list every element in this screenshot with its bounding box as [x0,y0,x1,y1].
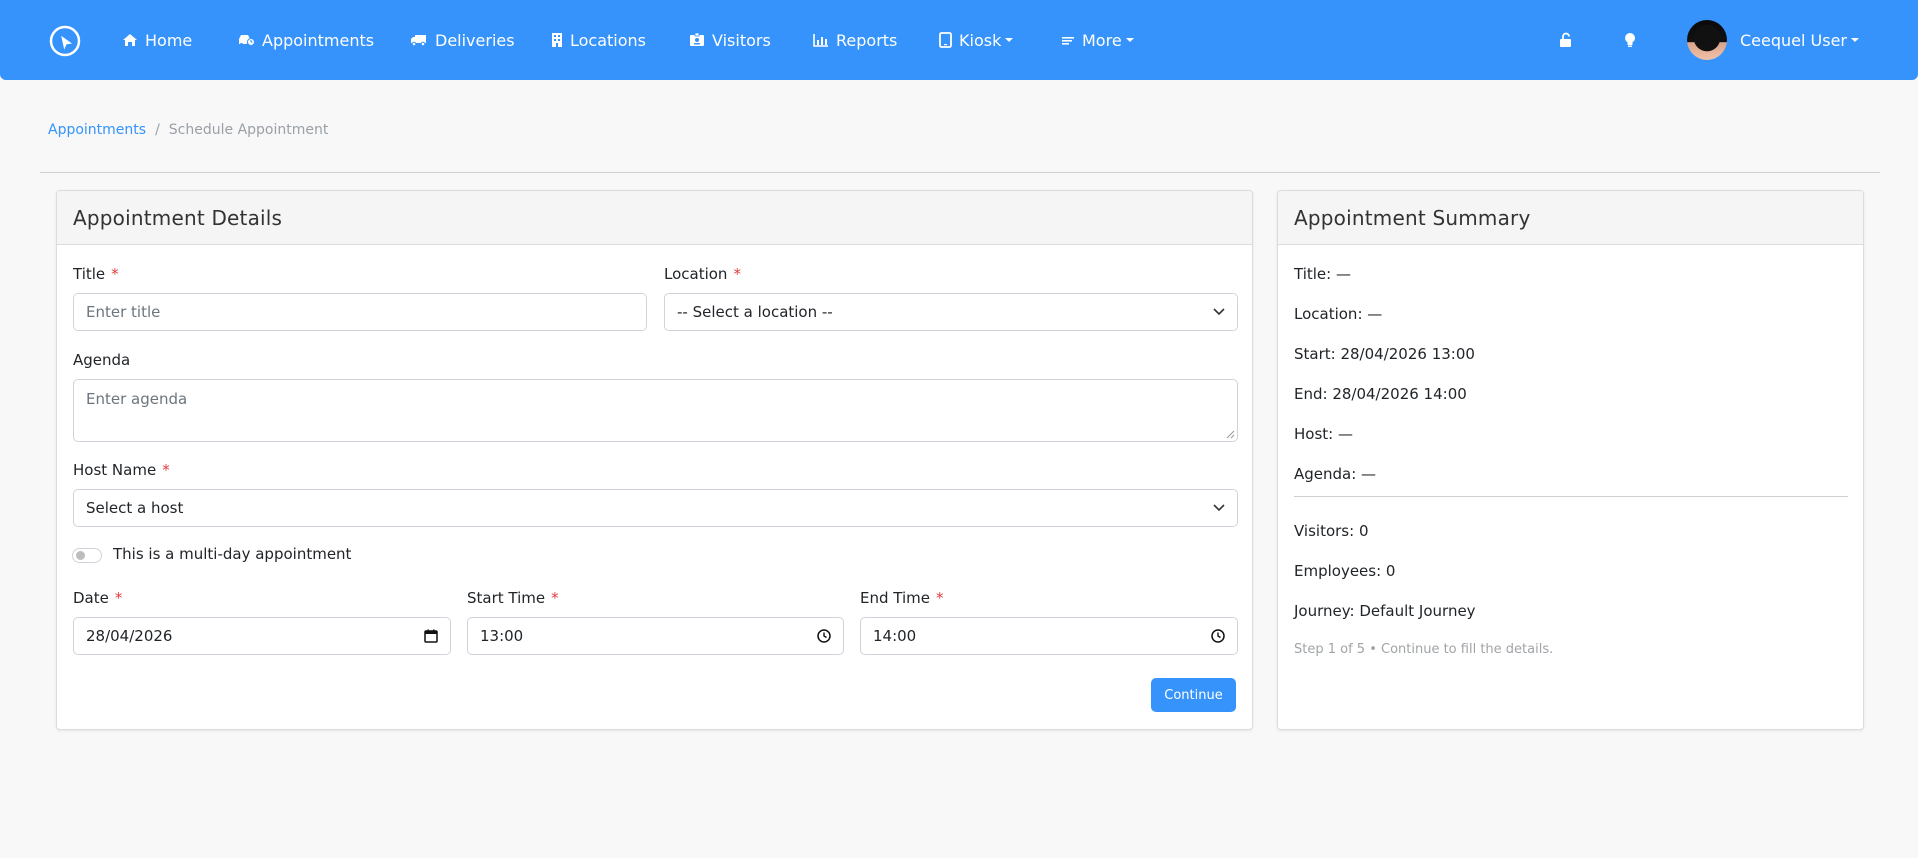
summary-host-line: Host: — [1294,425,1353,443]
location-selected-value: -- Select a location -- [677,303,833,321]
page-divider [40,172,1880,173]
start-time-value: 13:00 [480,627,524,645]
clock-icon[interactable] [817,629,831,643]
nav-deliveries[interactable]: Deliveries [410,28,515,52]
agenda-placeholder: Enter agenda [86,390,188,408]
breadcrumb-separator: / [155,122,160,138]
nav-home[interactable]: Home [122,28,192,52]
appointment-summary-card: Appointment Summary Title: — Location: —… [1277,190,1864,730]
unlock-icon[interactable] [1556,30,1576,50]
tablet-icon [939,32,952,48]
bar-chart-icon [813,34,828,47]
agenda-textarea[interactable]: Enter agenda [73,379,1238,442]
resize-grip-icon[interactable] [1226,430,1235,439]
title-input[interactable]: Enter title [73,293,647,331]
nav-locations[interactable]: Locations [551,28,646,52]
summary-step-note: Step 1 of 5 • Continue to fill the detai… [1294,642,1554,657]
summary-visitors-line: Visitors: 0 [1294,522,1369,540]
nav-more-dropdown[interactable]: More [1061,28,1134,52]
title-placeholder: Enter title [86,303,161,321]
host-label: Host Name * [73,461,170,479]
building-icon [552,33,562,47]
multiday-label: This is a multi-day appointment [113,545,352,563]
lines-icon [1062,37,1074,45]
car-clock-icon [239,35,255,46]
breadcrumb-current: Schedule Appointment [168,122,329,138]
appointment-details-card: Appointment Details Title * Enter title L… [56,190,1253,730]
card-title: Appointment Details [57,191,1252,245]
end-time-label: End Time * [860,589,944,607]
home-icon [123,34,137,46]
summary-title: Appointment Summary [1278,191,1863,245]
truck-icon [411,35,426,47]
title-label: Title * [73,265,119,283]
start-time-label: Start Time * [467,589,559,607]
nav-kiosk-dropdown[interactable]: Kiosk [939,28,1014,52]
nav-home-label: Home [145,30,193,50]
chevron-down-icon [1125,38,1134,42]
nav-appointments-label: Appointments [262,30,375,50]
multiday-toggle[interactable] [72,548,102,563]
breadcrumb: Appointments / Schedule Appointment [48,122,328,138]
location-select[interactable]: -- Select a location -- [664,293,1238,331]
nav-visitors[interactable]: Visitors [689,28,771,52]
summary-title-line: Title: — [1294,265,1351,283]
location-label: Location * [664,265,741,283]
lightbulb-icon[interactable] [1620,30,1640,50]
top-navbar: Home Appointments Deliveries Locations V… [0,0,1918,80]
summary-location-line: Location: — [1294,305,1383,323]
summary-journey-line: Journey: Default Journey [1294,602,1476,620]
nav-reports[interactable]: Reports [813,28,897,52]
avatar[interactable] [1687,20,1727,60]
summary-divider [1294,496,1848,497]
end-time-input[interactable]: 14:00 [860,617,1238,655]
nav-more-label: More [1082,30,1122,50]
calendar-icon[interactable] [424,629,438,643]
chevron-down-icon [1213,504,1225,512]
nav-appointments[interactable]: Appointments [237,28,374,52]
summary-end-line: End: 28/04/2026 14:00 [1294,385,1467,403]
date-input[interactable]: 28/04/2026 [73,617,451,655]
summary-agenda-line: Agenda: — [1294,465,1377,483]
date-value: 28/04/2026 [86,627,173,645]
nav-deliveries-label: Deliveries [435,30,515,50]
chevron-down-icon [1213,308,1225,316]
logo-icon[interactable] [48,24,82,58]
continue-button[interactable]: Continue [1151,678,1236,712]
chevron-down-icon [1005,38,1014,42]
id-badge-icon [690,33,704,46]
clock-icon[interactable] [1211,629,1225,643]
summary-employees-line: Employees: 0 [1294,562,1396,580]
host-select[interactable]: Select a host [73,489,1238,527]
user-name: Ceequel User [1740,30,1847,50]
end-time-value: 14:00 [873,627,917,645]
summary-start-line: Start: 28/04/2026 13:00 [1294,345,1475,363]
breadcrumb-appointments-link[interactable]: Appointments [48,122,146,138]
start-time-input[interactable]: 13:00 [467,617,844,655]
host-selected-value: Select a host [86,499,184,517]
nav-reports-label: Reports [836,30,898,50]
user-menu-dropdown[interactable]: Ceequel User [1740,28,1859,52]
nav-locations-label: Locations [570,30,647,50]
nav-visitors-label: Visitors [712,30,771,50]
date-label: Date * [73,589,123,607]
agenda-label: Agenda [73,351,131,369]
chevron-down-icon [1851,38,1859,42]
nav-kiosk-label: Kiosk [959,30,1002,50]
